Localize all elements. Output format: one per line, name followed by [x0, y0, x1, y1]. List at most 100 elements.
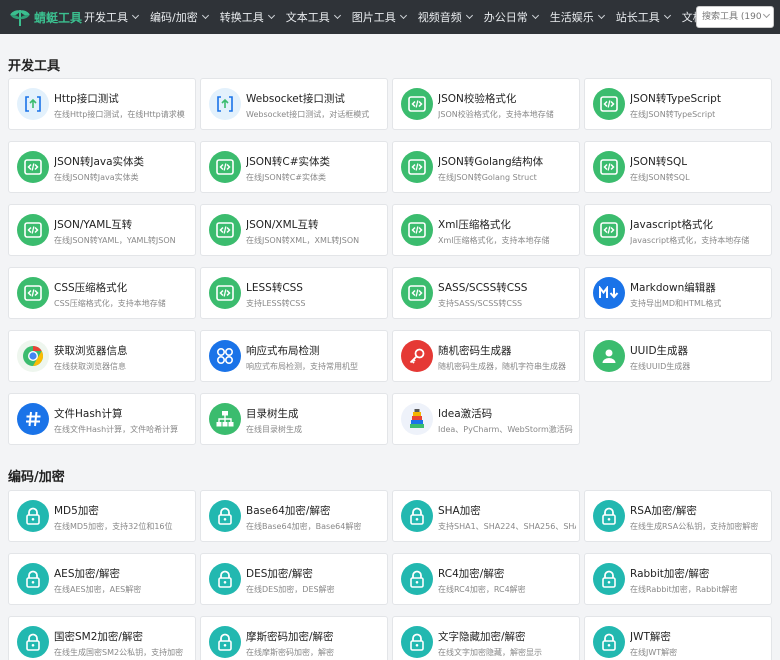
tool-card[interactable]: DES加密/解密 在线DES加密，DES解密: [200, 553, 388, 605]
tool-name: 目录树生成: [246, 408, 299, 420]
tool-card[interactable]: JSON转Java实体类 在线JSON转Java实体类: [8, 141, 196, 193]
tool-card[interactable]: Javascript格式化 Javascript格式化，支持本地存储: [584, 204, 772, 256]
tool-card[interactable]: LESS转CSS 支持LESS转CSS: [200, 267, 388, 319]
code-icon: [401, 151, 433, 183]
lock-icon: [17, 563, 49, 595]
tool-card[interactable]: 获取浏览器信息 在线获取浏览器信息: [8, 330, 196, 382]
code-icon: [401, 277, 433, 309]
tool-card[interactable]: RSA加密/解密在线生成RSA公私钥，支持加密解密: [584, 490, 772, 542]
tool-card[interactable]: Base64加密/解密 在线Base64加密，Base64解密: [200, 490, 388, 542]
tool-card[interactable]: 文件Hash计算 在线文件Hash计算，文件哈希计算: [8, 393, 196, 445]
tool-description: 在线JSON转TypeScript: [630, 110, 716, 119]
tool-description: 在线生成RSA公私钥，支持加密解密: [630, 522, 759, 531]
tool-description: 在线JSON转XML，XML转JSON: [246, 236, 360, 245]
tool-name: Idea激活码: [438, 408, 493, 420]
tool-card[interactable]: Http接口测试 在线Http接口测试，在线Http请求模: [8, 78, 196, 130]
tool-card[interactable]: JSON转TypeScript 在线JSON转TypeScript: [584, 78, 772, 130]
nav-item[interactable]: 视频音频: [418, 0, 473, 34]
tool-name: DES加密/解密: [246, 568, 313, 580]
tool-name: 摩斯密码加密/解密: [246, 631, 334, 643]
dragonfly-logo-icon: [10, 10, 30, 26]
tool-description: 随机密码生成器，随机字符串生成器: [438, 362, 566, 371]
tool-card[interactable]: 随机密码生成器 随机密码生成器，随机字符串生成器: [392, 330, 580, 382]
code-icon: [401, 88, 433, 120]
tool-card[interactable]: AES加密/解密 在线AES加密，AES解密: [8, 553, 196, 605]
tool-card[interactable]: JSON转Golang结构体 在线JSON转Golang Struct: [392, 141, 580, 193]
tool-card[interactable]: RC4加密/解密 在线RC4加密，RC4解密: [392, 553, 580, 605]
code-icon: [209, 214, 241, 246]
tool-name: JSON转Golang结构体: [438, 156, 544, 168]
tool-card[interactable]: JSON转C#实体类 在线JSON转C#实体类: [200, 141, 388, 193]
tool-card[interactable]: JSON/YAML互转 在线JSON转YAML，YAML转JSON: [8, 204, 196, 256]
chevron-down-icon: [333, 11, 341, 20]
tool-name: JSON校验格式化: [438, 93, 517, 105]
tool-card[interactable]: Rabbit加密/解密 在线Rabbit加密，Rabbit解密: [584, 553, 772, 605]
tool-description: 支持SASS/SCSS转CSS: [438, 299, 523, 308]
nav-item-label: 开发工具: [84, 11, 128, 24]
lock-icon: [593, 500, 625, 532]
nav-item[interactable]: 转换工具: [220, 0, 275, 34]
tool-card[interactable]: CSS压缩格式化 CSS压缩格式化，支持本地存储: [8, 267, 196, 319]
tool-card[interactable]: 摩斯密码加密/解密 在线摩斯密码加密，解密: [200, 616, 388, 660]
tool-card[interactable]: 国密SM2加密/解密 在线生成国密SM2公私钥，支持加密: [8, 616, 196, 660]
tool-description: Idea、PyCharm、WebStorm激活码: [438, 425, 573, 434]
chevron-down-icon: [663, 11, 671, 20]
lock-icon: [17, 500, 49, 532]
tool-card[interactable]: JSON转SQL 在线JSON转SQL: [584, 141, 772, 193]
lock-icon: [209, 626, 241, 658]
code-icon: [593, 88, 625, 120]
lock-icon: [401, 563, 433, 595]
tool-description: JSON校验格式化，支持本地存储: [438, 110, 554, 119]
nav-item-label: 站长工具: [615, 11, 660, 24]
tool-card[interactable]: SASS/SCSS转CSS 支持SASS/SCSS转CSS: [392, 267, 580, 319]
search-input[interactable]: [696, 6, 774, 28]
tool-name: JSON转TypeScript: [630, 93, 721, 105]
tool-card[interactable]: Websocket接口测试 Websocket接口测试，对话框模式: [200, 78, 388, 130]
tool-name: SASS/SCSS转CSS: [438, 282, 528, 294]
tool-description: 支持导出MD和HTML格式: [630, 299, 722, 308]
tool-card[interactable]: JWT解密 在线JWT解密: [584, 616, 772, 660]
nav-item[interactable]: 文本工具: [286, 0, 341, 34]
tool-card[interactable]: JSON校验格式化 JSON校验格式化，支持本地存储: [392, 78, 580, 130]
tool-name: 文字隐藏加密/解密: [438, 631, 526, 643]
tool-description: 在线JWT解密: [630, 648, 678, 657]
tool-description: CSS压缩格式化，支持本地存储: [54, 299, 166, 308]
tool-name: RC4加密/解密: [438, 568, 505, 580]
code-icon: [593, 214, 625, 246]
tool-card[interactable]: Idea激活码 Idea、PyCharm、WebStorm激活码: [392, 393, 580, 445]
tool-description: 在线Rabbit加密，Rabbit解密: [630, 585, 738, 594]
tool-card[interactable]: Markdown编辑器 支持导出MD和HTML格式: [584, 267, 772, 319]
tool-card[interactable]: 目录树生成 在线目录树生成: [200, 393, 388, 445]
tool-description: 响应式布局检测，支持常用机型: [246, 362, 358, 371]
nav-item[interactable]: 生活娱乐: [550, 0, 605, 34]
tool-name: UUID生成器: [630, 345, 689, 357]
code-icon: [17, 151, 49, 183]
idea-icon: [401, 403, 433, 435]
tool-description: 支持LESS转CSS: [246, 299, 306, 308]
tool-description: Websocket接口测试，对话框模式: [246, 110, 370, 119]
site-logo[interactable]: 蜻蜓工具: [0, 7, 84, 27]
nav-item[interactable]: 图片工具: [352, 0, 407, 34]
tool-card[interactable]: UUID生成器 在线UUID生成器: [584, 330, 772, 382]
tool-name: 文件Hash计算: [54, 408, 123, 420]
nav-item[interactable]: 编码/加密: [150, 0, 209, 34]
chrome-icon: [17, 340, 49, 372]
tool-card[interactable]: SHA加密 支持SHA1、SHA224、SHA256、SHA: [392, 490, 580, 542]
tool-card[interactable]: 文字隐藏加密/解密 在线文字加密隐藏，解密显示: [392, 616, 580, 660]
tool-card[interactable]: 响应式布局检测 响应式布局检测，支持常用机型: [200, 330, 388, 382]
nav-item[interactable]: 站长工具: [615, 0, 671, 34]
tool-card[interactable]: Xml压缩格式化 Xml压缩格式化，支持本地存储: [392, 204, 580, 256]
key-icon: [401, 340, 433, 372]
tool-name: JSON/XML互转: [246, 219, 319, 231]
tool-name: AES加密/解密: [54, 568, 121, 580]
nav-item[interactable]: 开发工具: [84, 0, 140, 34]
tool-name: RSA加密/解密: [630, 505, 697, 517]
tool-name: SHA加密: [438, 505, 481, 517]
tool-name: Xml压缩格式化: [438, 219, 511, 231]
tool-description: 在线JSON转Java实体类: [54, 173, 139, 182]
nav-item[interactable]: 办公日常: [484, 0, 539, 34]
chevron-down-icon: [531, 11, 539, 20]
tool-name: Websocket接口测试: [246, 93, 345, 105]
tool-card[interactable]: JSON/XML互转在线JSON转XML，XML转JSON: [200, 204, 388, 256]
tool-card[interactable]: MD5加密 在线MD5加密，支持32位和16位: [8, 490, 196, 542]
